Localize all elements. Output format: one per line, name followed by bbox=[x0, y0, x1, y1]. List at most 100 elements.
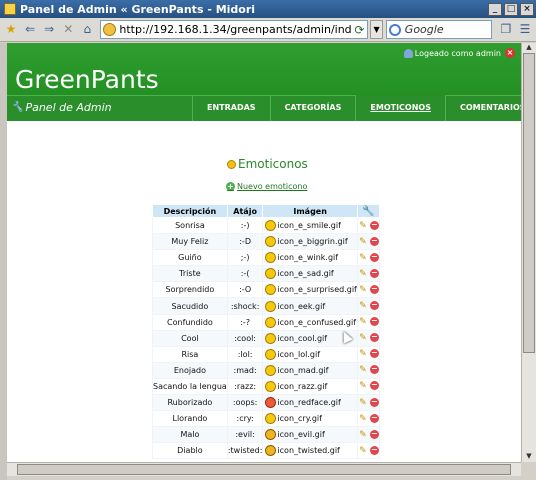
row-actions: ✎ − bbox=[356, 216, 380, 235]
emoticon-shortcut: :shock: bbox=[226, 297, 264, 315]
delete-icon[interactable]: − bbox=[369, 317, 379, 327]
edit-pencil-icon[interactable]: ✎ bbox=[358, 446, 368, 456]
horizontal-scrollbar[interactable] bbox=[7, 462, 521, 476]
delete-icon[interactable]: − bbox=[369, 445, 379, 455]
emoticon-shortcut: :-) bbox=[226, 216, 264, 235]
plus-icon: + bbox=[226, 182, 235, 191]
nav-item-entradas[interactable]: ENTRADAS bbox=[192, 95, 270, 121]
login-status: Logeado como admin × bbox=[403, 48, 515, 58]
row-actions: ✎ − bbox=[356, 442, 380, 460]
row-actions: ✎ − bbox=[356, 394, 380, 412]
emoticon-image-cell: icon_cry.gif bbox=[262, 410, 358, 428]
row-actions: ✎ − bbox=[356, 410, 380, 428]
edit-pencil-icon[interactable]: ✎ bbox=[358, 269, 368, 279]
delete-icon[interactable]: − bbox=[369, 365, 379, 375]
address-bar[interactable]: http://192.168.1.34/greenpants/admin/ind… bbox=[100, 20, 369, 39]
row-actions: ✎ − bbox=[356, 345, 380, 363]
emoticon-filename: icon_twisted.gif bbox=[277, 446, 340, 456]
reload-icon[interactable]: ⟳ bbox=[351, 23, 367, 37]
edit-pencil-icon[interactable]: ✎ bbox=[358, 237, 368, 247]
delete-icon[interactable]: − bbox=[369, 413, 379, 423]
edit-pencil-icon[interactable]: ✎ bbox=[358, 430, 368, 440]
stop-icon[interactable]: ✕ bbox=[60, 21, 76, 38]
close-window-button[interactable]: × bbox=[520, 2, 534, 16]
emoticon-image-cell: icon_e_wink.gif bbox=[262, 249, 358, 267]
delete-icon[interactable]: − bbox=[369, 252, 379, 262]
nav-item-emoticonos[interactable]: EMOTICONOS bbox=[355, 95, 445, 121]
emoticon-description: Cool bbox=[152, 329, 228, 347]
delete-icon[interactable]: − bbox=[369, 284, 379, 294]
new-emoticon-link[interactable]: + Nuevo emoticono bbox=[226, 182, 307, 191]
edit-pencil-icon[interactable]: ✎ bbox=[358, 333, 368, 343]
edit-pencil-icon[interactable]: ✎ bbox=[358, 398, 368, 408]
url-text[interactable]: http://192.168.1.34/greenpants/admin/ind… bbox=[119, 23, 351, 36]
delete-icon[interactable]: − bbox=[369, 429, 379, 439]
logout-icon[interactable]: × bbox=[505, 48, 515, 58]
home-icon[interactable]: ⌂ bbox=[79, 21, 95, 38]
delete-icon[interactable]: − bbox=[369, 301, 379, 311]
emoticon-image-cell: icon_evil.gif bbox=[262, 426, 358, 444]
table-row: Enojado:mad: icon_mad.gif ✎ − bbox=[152, 361, 380, 379]
menu-icon[interactable]: ☰ bbox=[517, 21, 533, 38]
app-icon bbox=[4, 3, 16, 15]
new-emoticon-label[interactable]: Nuevo emoticono bbox=[237, 182, 307, 191]
edit-pencil-icon[interactable]: ✎ bbox=[358, 285, 368, 295]
emoticon-filename: icon_e_sad.gif bbox=[277, 269, 334, 279]
url-dropdown-button[interactable]: ▼ bbox=[370, 20, 383, 39]
horizontal-scroll-thumb[interactable] bbox=[17, 464, 511, 475]
vertical-scrollbar[interactable]: ▲ ▼ bbox=[521, 43, 536, 462]
delete-icon[interactable]: − bbox=[369, 349, 379, 359]
emoticon-filename: icon_evil.gif bbox=[277, 430, 325, 440]
delete-icon[interactable]: − bbox=[369, 220, 379, 230]
emoticon-image-cell: icon_e_biggrin.gif bbox=[262, 233, 358, 251]
table-row: Llorando:cry: icon_cry.gif ✎ − bbox=[152, 410, 380, 428]
emoticon-face-icon bbox=[265, 364, 277, 376]
nav-item-comentarios[interactable]: COMENTARIOS bbox=[444, 95, 521, 121]
edit-pencil-icon[interactable]: ✎ bbox=[358, 414, 368, 424]
nav-item-categorias[interactable]: CATEGORÍAS bbox=[269, 95, 356, 121]
emoticon-face-icon bbox=[265, 429, 277, 441]
edit-pencil-icon[interactable]: ✎ bbox=[358, 301, 368, 311]
maximize-button[interactable]: □ bbox=[504, 2, 518, 16]
edit-pencil-icon[interactable]: ✎ bbox=[358, 317, 368, 327]
emoticon-shortcut: :evil: bbox=[226, 426, 264, 444]
back-icon[interactable]: ⇐ bbox=[22, 21, 38, 38]
delete-icon[interactable]: − bbox=[369, 333, 379, 343]
vertical-scroll-thumb[interactable] bbox=[523, 53, 535, 353]
emoticon-description: Sonrisa bbox=[152, 216, 228, 235]
delete-icon[interactable]: − bbox=[369, 381, 379, 391]
emoticon-description: Ruborizado bbox=[152, 394, 228, 412]
table-row: Ruborizado:oops: icon_redface.gif ✎ − bbox=[152, 394, 380, 412]
panel-label-text: Panel de Admin bbox=[25, 101, 112, 114]
scroll-down-icon[interactable]: ▼ bbox=[522, 452, 536, 462]
search-input[interactable]: Google bbox=[385, 20, 492, 39]
edit-pencil-icon[interactable]: ✎ bbox=[358, 253, 368, 263]
settings-wrench-icon: 🔧 bbox=[362, 205, 375, 217]
extension-icon[interactable]: ❐ bbox=[498, 21, 514, 38]
emoticon-image-cell: icon_e_surprised.gif bbox=[262, 281, 358, 299]
page-viewport: Logeado como admin × GreenPants 🔧 Panel … bbox=[7, 43, 521, 462]
edit-pencil-icon[interactable]: ✎ bbox=[358, 365, 368, 375]
row-actions: ✎ − bbox=[356, 233, 380, 251]
user-icon bbox=[403, 48, 413, 58]
emoticon-description: Confundido bbox=[152, 313, 228, 331]
emoticon-filename: icon_e_biggrin.gif bbox=[277, 237, 348, 247]
emoticon-image-cell: icon_e_smile.gif bbox=[262, 216, 358, 235]
edit-pencil-icon[interactable]: ✎ bbox=[358, 349, 368, 359]
search-placeholder: Google bbox=[404, 23, 444, 36]
forward-icon[interactable]: ⇒ bbox=[41, 21, 57, 38]
edit-pencil-icon[interactable]: ✎ bbox=[358, 381, 368, 391]
scroll-up-icon[interactable]: ▲ bbox=[522, 43, 536, 53]
delete-icon[interactable]: − bbox=[369, 236, 379, 246]
emoticon-filename: icon_e_wink.gif bbox=[277, 253, 339, 263]
site-title[interactable]: GreenPants bbox=[15, 65, 159, 94]
emoticon-shortcut: :-O bbox=[226, 281, 264, 299]
delete-icon[interactable]: − bbox=[369, 397, 379, 407]
edit-pencil-icon[interactable]: ✎ bbox=[358, 221, 368, 231]
delete-icon[interactable]: − bbox=[369, 268, 379, 278]
emoticon-image-cell: icon_lol.gif bbox=[262, 345, 358, 363]
main-nav: ENTRADAS CATEGORÍAS EMOTICONOS COMENTARI… bbox=[192, 95, 521, 121]
bookmark-star-icon[interactable]: ★ bbox=[3, 21, 19, 38]
emoticon-face-icon bbox=[265, 413, 277, 425]
minimize-button[interactable]: _ bbox=[488, 2, 502, 16]
